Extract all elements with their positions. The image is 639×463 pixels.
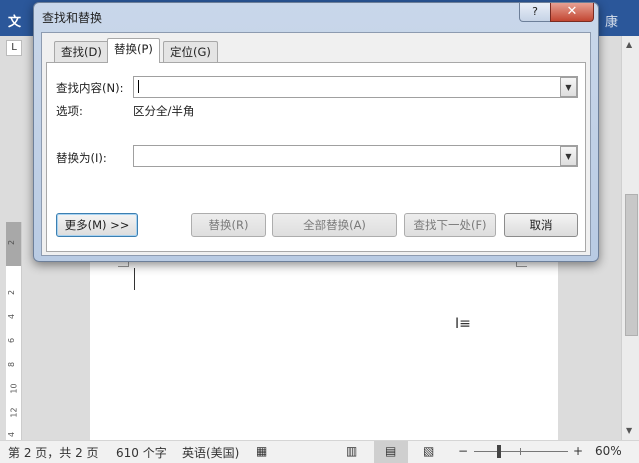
cancel-button[interactable]: 取消 bbox=[504, 213, 578, 237]
help-button[interactable]: ? bbox=[519, 3, 551, 22]
close-button[interactable]: ✕ bbox=[550, 3, 594, 22]
dialog-title: 查找和替换 bbox=[42, 11, 103, 25]
replace-all-button[interactable]: 全部替换(A) bbox=[272, 213, 397, 237]
vertical-ruler: 2 2 4 6 8 10 12 4 bbox=[6, 222, 22, 440]
ruler-number: 8 bbox=[7, 361, 17, 368]
zoom-in-button[interactable]: + bbox=[573, 444, 583, 458]
tab-find[interactable]: 查找(D) bbox=[54, 41, 109, 62]
print-layout-button[interactable]: ▤ bbox=[374, 441, 408, 463]
zoom-level[interactable]: 60% bbox=[595, 444, 622, 458]
print-layout-icon: ▤ bbox=[385, 444, 397, 458]
replace-button[interactable]: 替换(R) bbox=[191, 213, 266, 237]
ruler-number: 4 bbox=[7, 431, 17, 438]
zoom-slider[interactable] bbox=[474, 451, 568, 452]
options-label: 选项: bbox=[56, 104, 83, 118]
chevron-down-icon[interactable]: ▼ bbox=[560, 146, 577, 166]
tab-selector[interactable]: L bbox=[6, 40, 22, 56]
macro-record-icon[interactable]: ▦ bbox=[256, 444, 267, 458]
ruler-number: 2 bbox=[7, 239, 17, 246]
zoom-out-button[interactable]: − bbox=[458, 444, 468, 458]
page-count[interactable]: 第 2 页，共 2 页 bbox=[8, 444, 99, 461]
dialog-body: 查找(D) 替换(P) 定位(G) 查找内容(N): ▼ 选项: 区分全/半角 … bbox=[41, 32, 591, 256]
find-next-button[interactable]: 查找下一处(F) bbox=[404, 213, 496, 237]
read-mode-icon[interactable]: ▥ bbox=[346, 444, 357, 458]
word-count[interactable]: 610 个字 bbox=[116, 444, 167, 461]
options-value: 区分全/半角 bbox=[133, 104, 195, 118]
zoom-slider-thumb[interactable] bbox=[497, 445, 501, 458]
ruler-number: 2 bbox=[7, 289, 17, 296]
status-bar: 第 2 页，共 2 页 610 个字 英语(美国) ▦ ▥ ▤ ▧ − + 60… bbox=[0, 440, 639, 463]
more-button[interactable]: 更多(M) >> bbox=[56, 213, 138, 237]
scroll-up-icon[interactable]: ▲ bbox=[626, 40, 632, 49]
ruler-number: 4 bbox=[7, 313, 17, 320]
window-title-fragment: 文 bbox=[8, 15, 22, 30]
text-caret bbox=[138, 80, 139, 93]
replace-label: 替换为(I): bbox=[56, 151, 107, 165]
tab-replace[interactable]: 替换(P) bbox=[107, 38, 160, 63]
window-title-right-fragment: 康 bbox=[605, 15, 619, 30]
find-combobox[interactable]: ▼ bbox=[133, 76, 578, 98]
scroll-thumb[interactable] bbox=[625, 194, 638, 336]
tab-goto[interactable]: 定位(G) bbox=[163, 41, 218, 62]
chevron-down-icon[interactable]: ▼ bbox=[560, 77, 577, 97]
ruler-number: 12 bbox=[9, 407, 19, 418]
zoom-slider-center-mark bbox=[520, 448, 521, 455]
web-layout-icon[interactable]: ▧ bbox=[423, 444, 434, 458]
replace-combobox[interactable]: ▼ bbox=[133, 145, 578, 167]
ruler-number: 6 bbox=[7, 337, 17, 344]
text-cursor bbox=[134, 268, 135, 290]
find-label: 查找内容(N): bbox=[56, 81, 124, 95]
language-indicator[interactable]: 英语(美国) bbox=[182, 444, 239, 461]
find-replace-dialog: 查找和替换 ? ✕ 查找(D) 替换(P) 定位(G) 查找内容(N): ▼ 选… bbox=[33, 2, 599, 262]
ruler-number: 10 bbox=[9, 383, 19, 394]
document-page[interactable] bbox=[90, 262, 558, 440]
scroll-down-icon[interactable]: ▼ bbox=[626, 426, 632, 435]
vertical-scrollbar[interactable]: ▲ ▼ bbox=[621, 36, 639, 440]
ibeam-cursor-icon: I≡ bbox=[455, 316, 471, 332]
